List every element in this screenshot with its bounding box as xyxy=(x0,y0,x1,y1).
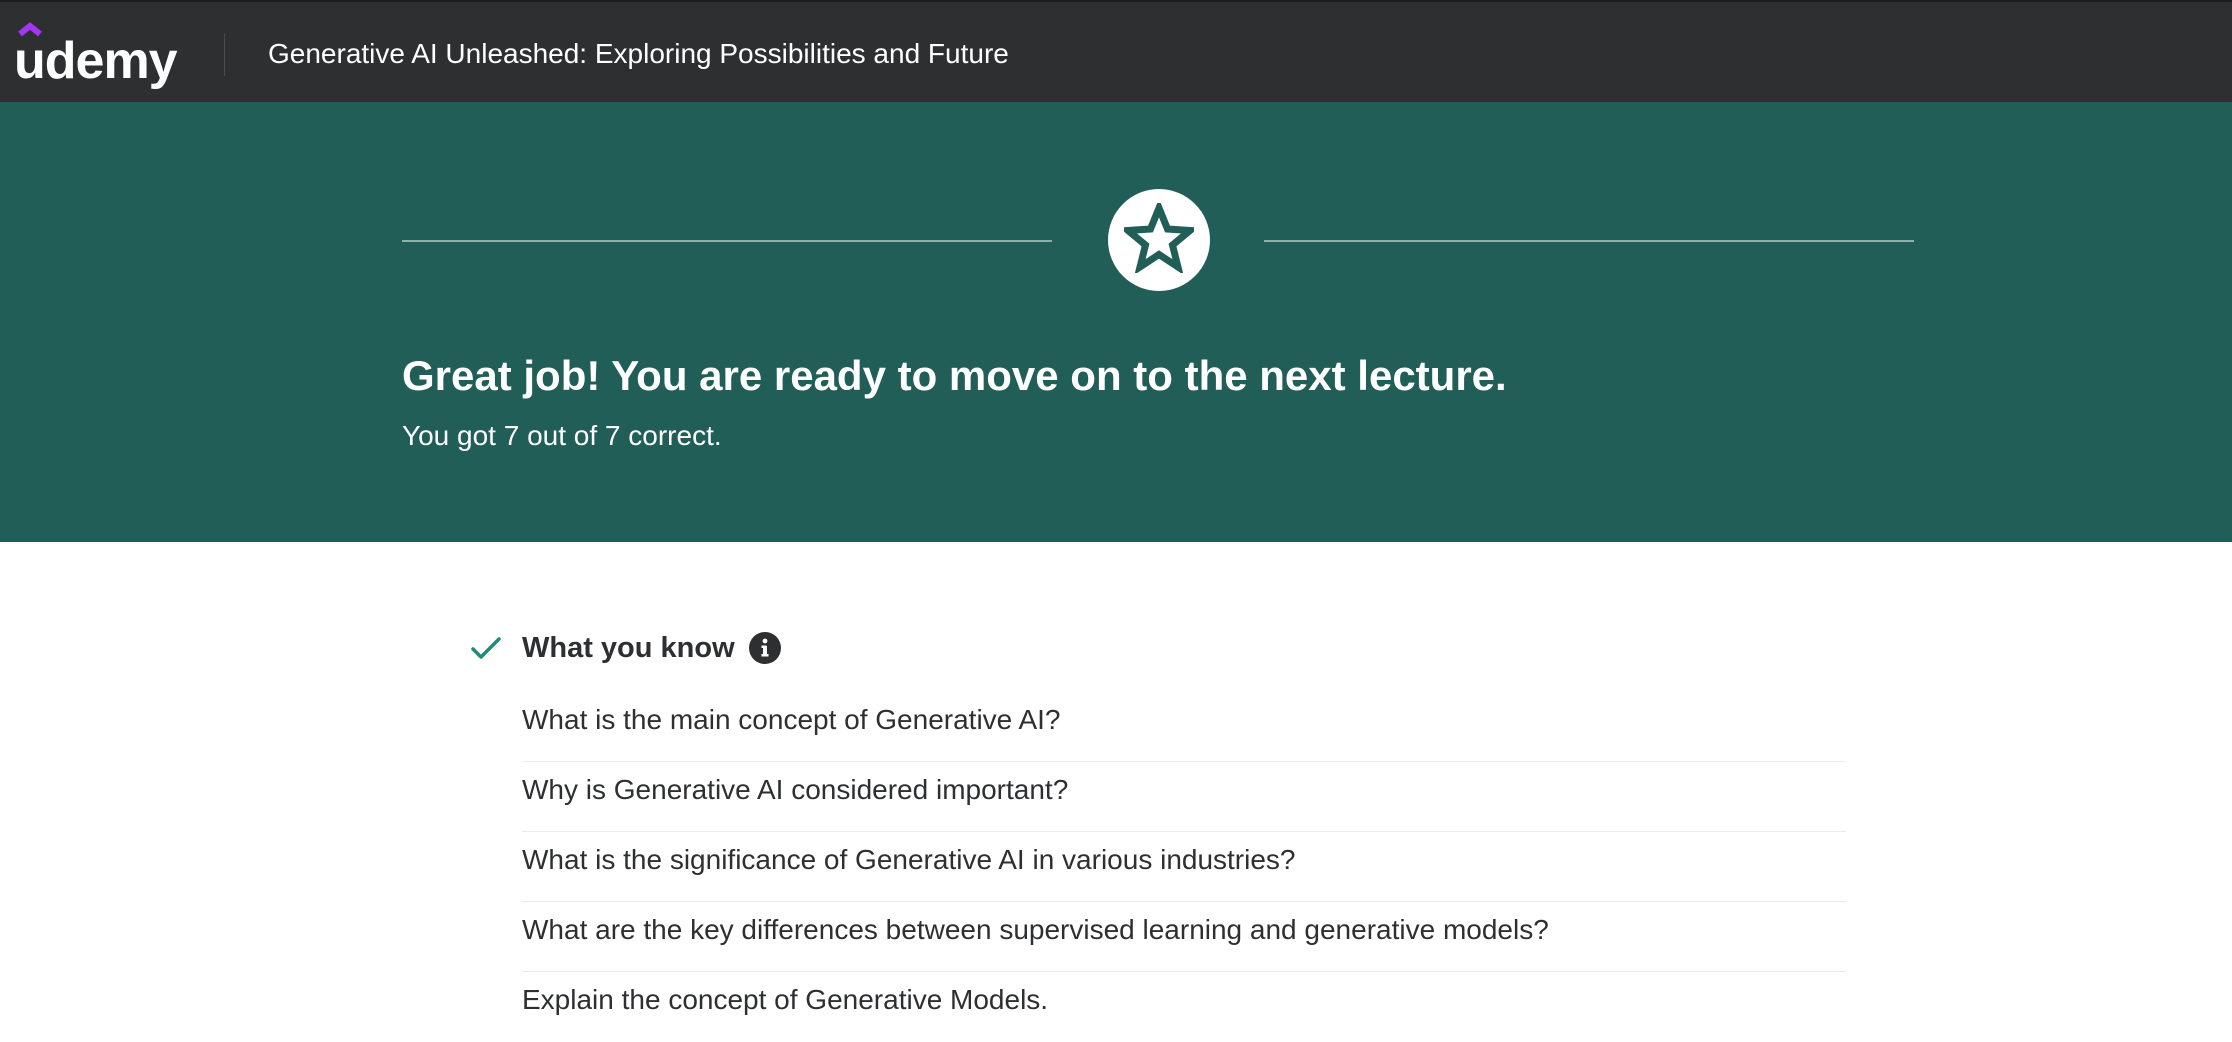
result-score: You got 7 out of 7 correct. xyxy=(402,420,722,451)
what-you-know-header: What you know xyxy=(470,626,870,670)
result-heading: Great job! You are ready to move on to t… xyxy=(402,352,1507,399)
topic-item: Why is Generative AI considered importan… xyxy=(522,762,1846,832)
course-title-link[interactable]: Generative AI Unleashed: Exploring Possi… xyxy=(268,34,1009,74)
svg-text:udemy: udemy xyxy=(14,32,178,90)
banner-divider-right xyxy=(1264,240,1914,242)
top-bar: udemy Generative AI Unleashed: Exploring… xyxy=(0,0,2232,102)
topic-list: What is the main concept of Generative A… xyxy=(522,692,1846,1042)
info-icon[interactable] xyxy=(748,631,782,665)
check-icon xyxy=(471,637,501,659)
udemy-logo[interactable]: udemy xyxy=(14,20,182,90)
topic-item: Explain the concept of Generative Models… xyxy=(522,984,1049,1015)
banner-divider-left xyxy=(402,240,1052,242)
star-icon xyxy=(1124,203,1194,273)
quiz-result-banner: Great job! You are ready to move on to t… xyxy=(0,102,2232,542)
achievement-badge xyxy=(1108,189,1210,291)
udemy-logo-mark: udemy xyxy=(14,22,179,90)
topic-item: What are the key differences between sup… xyxy=(522,902,1846,972)
what-you-know-title: What you know xyxy=(522,632,735,664)
topic-item: What is the significance of Generative A… xyxy=(522,832,1846,902)
header-divider xyxy=(224,34,225,76)
topic-item: What is the main concept of Generative A… xyxy=(522,692,1846,762)
